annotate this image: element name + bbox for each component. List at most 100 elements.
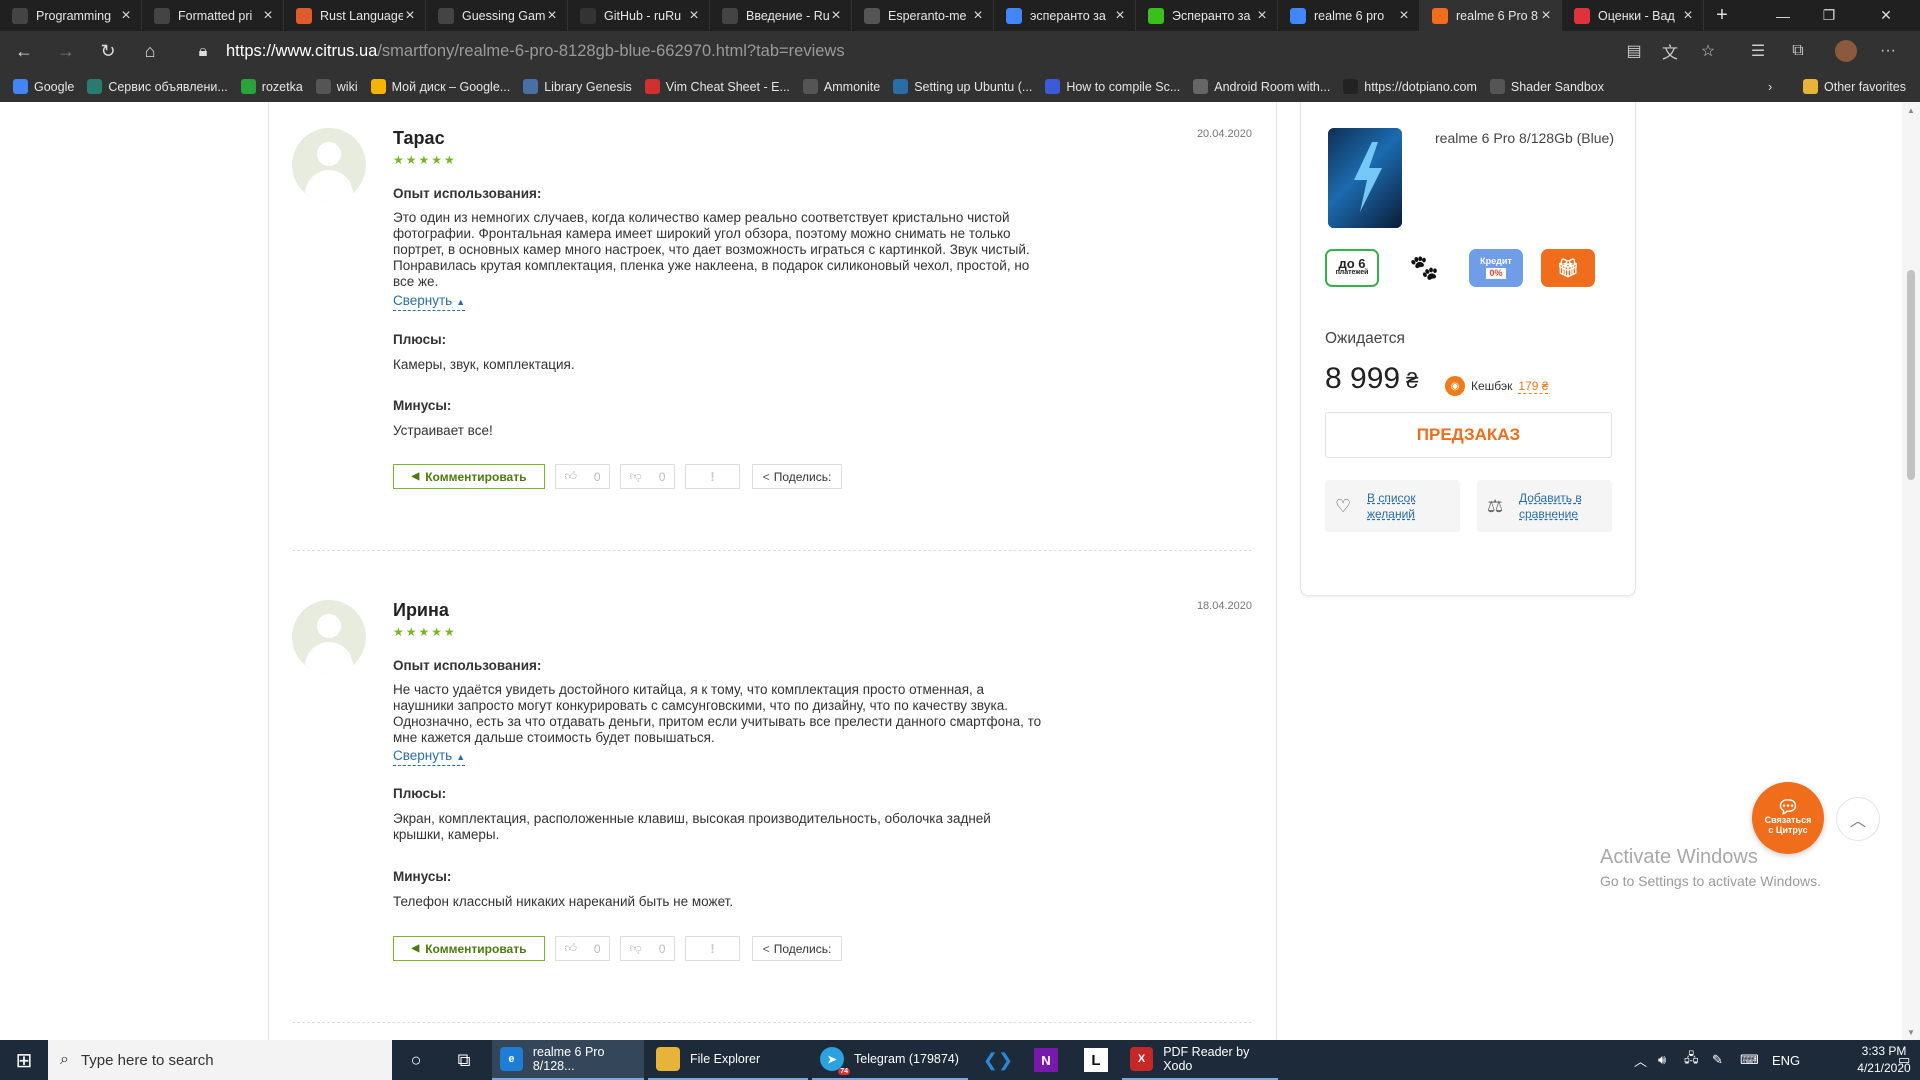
bookmark-item[interactable]: Сервис объявлени... [87, 79, 228, 94]
scrollbar-thumb[interactable] [1907, 270, 1915, 480]
like-button[interactable]: 👍︎ 0 [555, 936, 610, 961]
add-to-compare-button[interactable]: ⚖︎ Добавить в сравнение [1477, 480, 1612, 532]
taskbar-app-telegram[interactable]: ➤ 74 Telegram (179874) [812, 1040, 968, 1080]
minimize-button[interactable]: — [1760, 0, 1806, 31]
cortana-icon[interactable]: ○ [392, 1040, 440, 1080]
back-button[interactable]: ← [6, 35, 42, 67]
paw-badge[interactable]: 🐾︎ [1397, 249, 1451, 287]
close-tab-icon[interactable]: × [545, 7, 559, 25]
collapse-link[interactable]: Свернуть ▲ [393, 293, 466, 311]
browser-tab[interactable]: Эсперанто за × [1136, 0, 1278, 31]
network-icon[interactable]: 🖧︎ [1684, 1040, 1699, 1080]
dislike-button[interactable]: 👎︎ 0 [620, 464, 675, 489]
favorite-star-icon[interactable]: ☆ [1690, 35, 1726, 67]
bookmark-item[interactable]: rozetka [240, 79, 303, 94]
close-tab-icon[interactable]: × [971, 7, 985, 25]
bookmark-item[interactable]: How to compile Sc... [1045, 79, 1180, 94]
browser-tab[interactable]: Formatted pri × [142, 0, 284, 31]
comment-button[interactable]: ◀ Комментировать [393, 936, 545, 961]
pen-icon[interactable]: ✎ [1712, 1040, 1723, 1080]
close-window-button[interactable]: ✕ [1852, 0, 1920, 31]
profile-avatar[interactable] [1828, 35, 1864, 67]
preorder-button[interactable]: ПРЕДЗАКАЗ [1325, 412, 1612, 458]
vscode-icon[interactable]: ❮❯ [974, 1040, 1022, 1080]
share-button[interactable]: < Поделись: [752, 936, 842, 961]
contact-chat-button[interactable]: 💬︎ Связаться с Цитрус [1752, 782, 1824, 854]
credit-badge[interactable]: Кредит 0% [1469, 249, 1523, 287]
close-tab-icon[interactable]: × [1539, 7, 1553, 25]
notifications-icon[interactable]: ▭ [1898, 1040, 1910, 1080]
bookmark-item[interactable]: Shader Sandbox [1489, 79, 1604, 94]
volume-icon[interactable]: 🔊︎ [1658, 1040, 1666, 1080]
taskbar-app-file-explorer[interactable]: File Explorer [648, 1040, 808, 1080]
other-favorites[interactable]: Other favorites [1803, 79, 1906, 94]
report-button[interactable]: ! [685, 464, 740, 489]
browser-tab[interactable]: Введение - Ru × [710, 0, 852, 31]
maximize-button[interactable]: ❐ [1806, 0, 1852, 31]
collections-icon[interactable]: ⧉ [1780, 35, 1816, 67]
address-bar[interactable]: 🔒︎ https://www.citrus.ua/smartfony/realm… [192, 35, 1722, 67]
new-tab-button[interactable]: + [1704, 0, 1740, 31]
favorites-list-icon[interactable]: ☰ [1740, 35, 1776, 67]
browser-tab[interactable]: realme 6 Pro 8 × [1420, 0, 1562, 31]
forward-button[interactable]: → [48, 35, 84, 67]
taskbar-search-box[interactable]: ⌕ Type here to search [48, 1040, 392, 1080]
gift-badge[interactable]: 🎁︎ [1541, 249, 1595, 287]
bookmark-item[interactable]: Vim Cheat Sheet - E... [644, 79, 790, 94]
close-tab-icon[interactable]: × [261, 7, 275, 25]
bookmark-item[interactable]: Library Genesis [523, 79, 632, 94]
like-button[interactable]: 👍︎ 0 [555, 464, 610, 489]
settings-more-icon[interactable]: ··· [1870, 35, 1906, 67]
collapse-link[interactable]: Свернуть ▲ [393, 748, 466, 766]
browser-tab[interactable]: Rust Language × [284, 0, 426, 31]
language-indicator[interactable]: ENG [1772, 1040, 1800, 1080]
browser-tab[interactable]: Programming × [0, 0, 142, 31]
close-tab-icon[interactable]: × [119, 7, 133, 25]
taskbar-app-edge[interactable]: e realme 6 Pro 8/128... [492, 1040, 644, 1080]
close-tab-icon[interactable]: × [1255, 7, 1269, 25]
scroll-up-arrow-icon[interactable]: ▲ [1907, 106, 1915, 115]
scroll-down-arrow-icon[interactable]: ▼ [1907, 1028, 1915, 1037]
installments-badge[interactable]: до 6 платежей [1325, 249, 1379, 287]
translate-icon[interactable]: 文 [1652, 35, 1688, 67]
close-tab-icon[interactable]: × [403, 7, 417, 25]
close-tab-icon[interactable]: × [1397, 7, 1411, 25]
start-button[interactable]: ⊞ [0, 1040, 48, 1080]
lex-icon[interactable]: L [1072, 1040, 1120, 1080]
share-button[interactable]: < Поделись: [752, 464, 842, 489]
product-image[interactable] [1328, 128, 1402, 228]
scroll-to-top-button[interactable]: ︿ [1836, 797, 1880, 841]
bookmark-item[interactable]: Мой диск – Google... [370, 79, 510, 94]
product-name[interactable]: realme 6 Pro 8/128Gb (Blue) [1435, 130, 1614, 146]
dislike-button[interactable]: 👎︎ 0 [620, 936, 675, 961]
browser-tab[interactable]: эсперанто за × [994, 0, 1136, 31]
browser-tab[interactable]: realme 6 pro × [1278, 0, 1420, 31]
bookmark-item[interactable]: Ammonite [802, 79, 880, 94]
comment-button[interactable]: ◀ Комментировать [393, 464, 545, 489]
bookmark-item[interactable]: https://dotpiano.com [1343, 79, 1477, 94]
bookmarks-overflow-chevron-icon[interactable]: › [1768, 79, 1772, 94]
bookmark-item[interactable]: wiki [315, 79, 358, 94]
close-tab-icon[interactable]: × [687, 7, 701, 25]
browser-tab[interactable]: Оценки - Вад × [1562, 0, 1704, 31]
browser-tab[interactable]: GitHub - ruRu × [568, 0, 710, 31]
close-tab-icon[interactable]: × [829, 7, 843, 25]
close-tab-icon[interactable]: × [1113, 7, 1127, 25]
add-to-wishlist-button[interactable]: ♡ В список желаний [1325, 480, 1460, 532]
bookmark-item[interactable]: Google [13, 79, 74, 94]
reader-view-icon[interactable]: ▤ [1616, 35, 1652, 67]
tray-chevron-icon[interactable]: ︿ [1634, 1040, 1647, 1080]
cashback-value[interactable]: 179 ₴ [1518, 379, 1549, 394]
browser-tab[interactable]: Esperanto-me × [852, 0, 994, 31]
bookmark-item[interactable]: Setting up Ubuntu (... [893, 79, 1032, 94]
bookmark-item[interactable]: Android Room with... [1193, 79, 1330, 94]
keyboard-icon[interactable]: ⌨︎ [1740, 1040, 1759, 1080]
report-button[interactable]: ! [685, 936, 740, 961]
task-view-icon[interactable]: ⧉ [440, 1040, 488, 1080]
refresh-button[interactable]: ↻ [90, 35, 126, 67]
browser-tab[interactable]: Guessing Gam × [426, 0, 568, 31]
close-tab-icon[interactable]: × [1681, 7, 1695, 25]
taskbar-app-xodo[interactable]: X PDF Reader by Xodo [1122, 1040, 1278, 1080]
onenote-icon[interactable]: N [1022, 1040, 1070, 1080]
home-button[interactable]: ⌂ [132, 35, 168, 67]
